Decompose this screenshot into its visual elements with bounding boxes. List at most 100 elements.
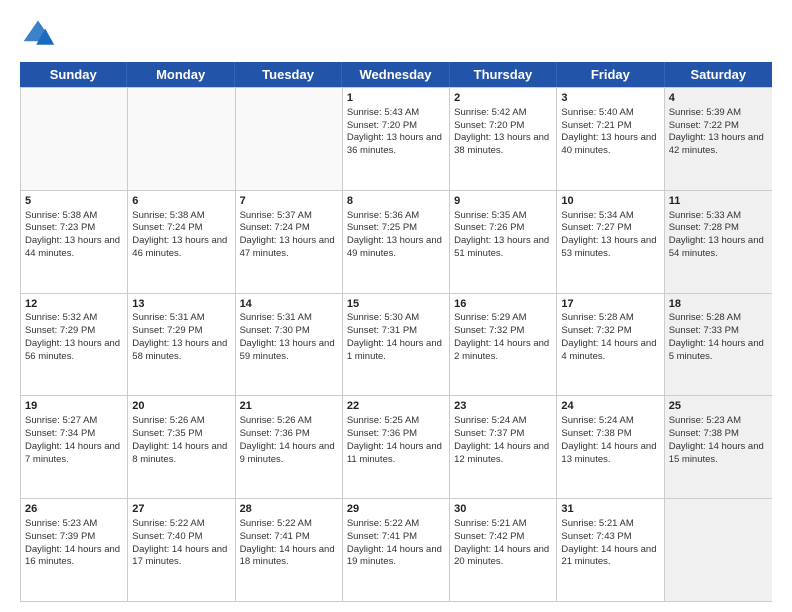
calendar-cell: 9Sunrise: 5:35 AMSunset: 7:26 PMDaylight… bbox=[450, 191, 557, 293]
day-number: 1 bbox=[347, 91, 445, 106]
calendar-row: 1Sunrise: 5:43 AMSunset: 7:20 PMDaylight… bbox=[21, 87, 772, 190]
day-number: 2 bbox=[454, 91, 552, 106]
calendar-cell bbox=[665, 499, 772, 601]
calendar-header: SundayMondayTuesdayWednesdayThursdayFrid… bbox=[20, 62, 772, 87]
cell-info: Sunrise: 5:25 AMSunset: 7:36 PMDaylight:… bbox=[347, 415, 445, 466]
day-number: 20 bbox=[132, 399, 230, 414]
cell-info: Sunrise: 5:38 AMSunset: 7:24 PMDaylight:… bbox=[132, 210, 230, 261]
calendar-cell: 29Sunrise: 5:22 AMSunset: 7:41 PMDayligh… bbox=[343, 499, 450, 601]
header-day-saturday: Saturday bbox=[665, 62, 772, 87]
day-number: 9 bbox=[454, 194, 552, 209]
day-number: 15 bbox=[347, 297, 445, 312]
day-number: 29 bbox=[347, 502, 445, 517]
page: SundayMondayTuesdayWednesdayThursdayFrid… bbox=[0, 0, 792, 612]
day-number: 13 bbox=[132, 297, 230, 312]
day-number: 23 bbox=[454, 399, 552, 414]
cell-info: Sunrise: 5:23 AMSunset: 7:39 PMDaylight:… bbox=[25, 518, 123, 569]
day-number: 10 bbox=[561, 194, 659, 209]
calendar-cell: 12Sunrise: 5:32 AMSunset: 7:29 PMDayligh… bbox=[21, 294, 128, 396]
day-number: 7 bbox=[240, 194, 338, 209]
cell-info: Sunrise: 5:22 AMSunset: 7:41 PMDaylight:… bbox=[347, 518, 445, 569]
calendar-cell: 30Sunrise: 5:21 AMSunset: 7:42 PMDayligh… bbox=[450, 499, 557, 601]
cell-info: Sunrise: 5:26 AMSunset: 7:35 PMDaylight:… bbox=[132, 415, 230, 466]
day-number: 8 bbox=[347, 194, 445, 209]
calendar-cell bbox=[236, 88, 343, 190]
day-number: 6 bbox=[132, 194, 230, 209]
calendar-cell: 6Sunrise: 5:38 AMSunset: 7:24 PMDaylight… bbox=[128, 191, 235, 293]
header-day-thursday: Thursday bbox=[450, 62, 557, 87]
calendar-cell: 21Sunrise: 5:26 AMSunset: 7:36 PMDayligh… bbox=[236, 396, 343, 498]
calendar-cell: 2Sunrise: 5:42 AMSunset: 7:20 PMDaylight… bbox=[450, 88, 557, 190]
day-number: 11 bbox=[669, 194, 768, 209]
cell-info: Sunrise: 5:28 AMSunset: 7:32 PMDaylight:… bbox=[561, 312, 659, 363]
calendar-cell: 20Sunrise: 5:26 AMSunset: 7:35 PMDayligh… bbox=[128, 396, 235, 498]
calendar-cell bbox=[128, 88, 235, 190]
cell-info: Sunrise: 5:30 AMSunset: 7:31 PMDaylight:… bbox=[347, 312, 445, 363]
calendar-cell: 27Sunrise: 5:22 AMSunset: 7:40 PMDayligh… bbox=[128, 499, 235, 601]
day-number: 19 bbox=[25, 399, 123, 414]
header bbox=[20, 16, 772, 52]
calendar-cell: 1Sunrise: 5:43 AMSunset: 7:20 PMDaylight… bbox=[343, 88, 450, 190]
day-number: 27 bbox=[132, 502, 230, 517]
header-day-monday: Monday bbox=[127, 62, 234, 87]
calendar-cell: 10Sunrise: 5:34 AMSunset: 7:27 PMDayligh… bbox=[557, 191, 664, 293]
calendar-row: 26Sunrise: 5:23 AMSunset: 7:39 PMDayligh… bbox=[21, 498, 772, 601]
cell-info: Sunrise: 5:31 AMSunset: 7:30 PMDaylight:… bbox=[240, 312, 338, 363]
day-number: 14 bbox=[240, 297, 338, 312]
logo bbox=[20, 16, 60, 52]
cell-info: Sunrise: 5:23 AMSunset: 7:38 PMDaylight:… bbox=[669, 415, 768, 466]
calendar-row: 12Sunrise: 5:32 AMSunset: 7:29 PMDayligh… bbox=[21, 293, 772, 396]
cell-info: Sunrise: 5:27 AMSunset: 7:34 PMDaylight:… bbox=[25, 415, 123, 466]
calendar-cell bbox=[21, 88, 128, 190]
calendar-body: 1Sunrise: 5:43 AMSunset: 7:20 PMDaylight… bbox=[20, 87, 772, 602]
cell-info: Sunrise: 5:22 AMSunset: 7:41 PMDaylight:… bbox=[240, 518, 338, 569]
day-number: 28 bbox=[240, 502, 338, 517]
day-number: 31 bbox=[561, 502, 659, 517]
day-number: 25 bbox=[669, 399, 768, 414]
cell-info: Sunrise: 5:32 AMSunset: 7:29 PMDaylight:… bbox=[25, 312, 123, 363]
day-number: 26 bbox=[25, 502, 123, 517]
header-day-sunday: Sunday bbox=[20, 62, 127, 87]
day-number: 18 bbox=[669, 297, 768, 312]
cell-info: Sunrise: 5:24 AMSunset: 7:37 PMDaylight:… bbox=[454, 415, 552, 466]
day-number: 30 bbox=[454, 502, 552, 517]
calendar-cell: 23Sunrise: 5:24 AMSunset: 7:37 PMDayligh… bbox=[450, 396, 557, 498]
cell-info: Sunrise: 5:29 AMSunset: 7:32 PMDaylight:… bbox=[454, 312, 552, 363]
calendar-cell: 17Sunrise: 5:28 AMSunset: 7:32 PMDayligh… bbox=[557, 294, 664, 396]
cell-info: Sunrise: 5:36 AMSunset: 7:25 PMDaylight:… bbox=[347, 210, 445, 261]
header-day-tuesday: Tuesday bbox=[235, 62, 342, 87]
calendar-cell: 25Sunrise: 5:23 AMSunset: 7:38 PMDayligh… bbox=[665, 396, 772, 498]
calendar-cell: 15Sunrise: 5:30 AMSunset: 7:31 PMDayligh… bbox=[343, 294, 450, 396]
cell-info: Sunrise: 5:35 AMSunset: 7:26 PMDaylight:… bbox=[454, 210, 552, 261]
cell-info: Sunrise: 5:22 AMSunset: 7:40 PMDaylight:… bbox=[132, 518, 230, 569]
day-number: 21 bbox=[240, 399, 338, 414]
header-day-wednesday: Wednesday bbox=[342, 62, 449, 87]
day-number: 3 bbox=[561, 91, 659, 106]
cell-info: Sunrise: 5:26 AMSunset: 7:36 PMDaylight:… bbox=[240, 415, 338, 466]
cell-info: Sunrise: 5:37 AMSunset: 7:24 PMDaylight:… bbox=[240, 210, 338, 261]
calendar: SundayMondayTuesdayWednesdayThursdayFrid… bbox=[20, 62, 772, 602]
cell-info: Sunrise: 5:21 AMSunset: 7:42 PMDaylight:… bbox=[454, 518, 552, 569]
cell-info: Sunrise: 5:39 AMSunset: 7:22 PMDaylight:… bbox=[669, 107, 768, 158]
calendar-row: 19Sunrise: 5:27 AMSunset: 7:34 PMDayligh… bbox=[21, 395, 772, 498]
cell-info: Sunrise: 5:43 AMSunset: 7:20 PMDaylight:… bbox=[347, 107, 445, 158]
calendar-cell: 26Sunrise: 5:23 AMSunset: 7:39 PMDayligh… bbox=[21, 499, 128, 601]
calendar-cell: 28Sunrise: 5:22 AMSunset: 7:41 PMDayligh… bbox=[236, 499, 343, 601]
calendar-cell: 14Sunrise: 5:31 AMSunset: 7:30 PMDayligh… bbox=[236, 294, 343, 396]
day-number: 16 bbox=[454, 297, 552, 312]
cell-info: Sunrise: 5:34 AMSunset: 7:27 PMDaylight:… bbox=[561, 210, 659, 261]
calendar-cell: 4Sunrise: 5:39 AMSunset: 7:22 PMDaylight… bbox=[665, 88, 772, 190]
cell-info: Sunrise: 5:40 AMSunset: 7:21 PMDaylight:… bbox=[561, 107, 659, 158]
calendar-cell: 16Sunrise: 5:29 AMSunset: 7:32 PMDayligh… bbox=[450, 294, 557, 396]
calendar-cell: 3Sunrise: 5:40 AMSunset: 7:21 PMDaylight… bbox=[557, 88, 664, 190]
calendar-cell: 13Sunrise: 5:31 AMSunset: 7:29 PMDayligh… bbox=[128, 294, 235, 396]
calendar-cell: 24Sunrise: 5:24 AMSunset: 7:38 PMDayligh… bbox=[557, 396, 664, 498]
calendar-row: 5Sunrise: 5:38 AMSunset: 7:23 PMDaylight… bbox=[21, 190, 772, 293]
cell-info: Sunrise: 5:38 AMSunset: 7:23 PMDaylight:… bbox=[25, 210, 123, 261]
calendar-cell: 8Sunrise: 5:36 AMSunset: 7:25 PMDaylight… bbox=[343, 191, 450, 293]
cell-info: Sunrise: 5:31 AMSunset: 7:29 PMDaylight:… bbox=[132, 312, 230, 363]
calendar-cell: 31Sunrise: 5:21 AMSunset: 7:43 PMDayligh… bbox=[557, 499, 664, 601]
day-number: 22 bbox=[347, 399, 445, 414]
cell-info: Sunrise: 5:33 AMSunset: 7:28 PMDaylight:… bbox=[669, 210, 768, 261]
cell-info: Sunrise: 5:21 AMSunset: 7:43 PMDaylight:… bbox=[561, 518, 659, 569]
